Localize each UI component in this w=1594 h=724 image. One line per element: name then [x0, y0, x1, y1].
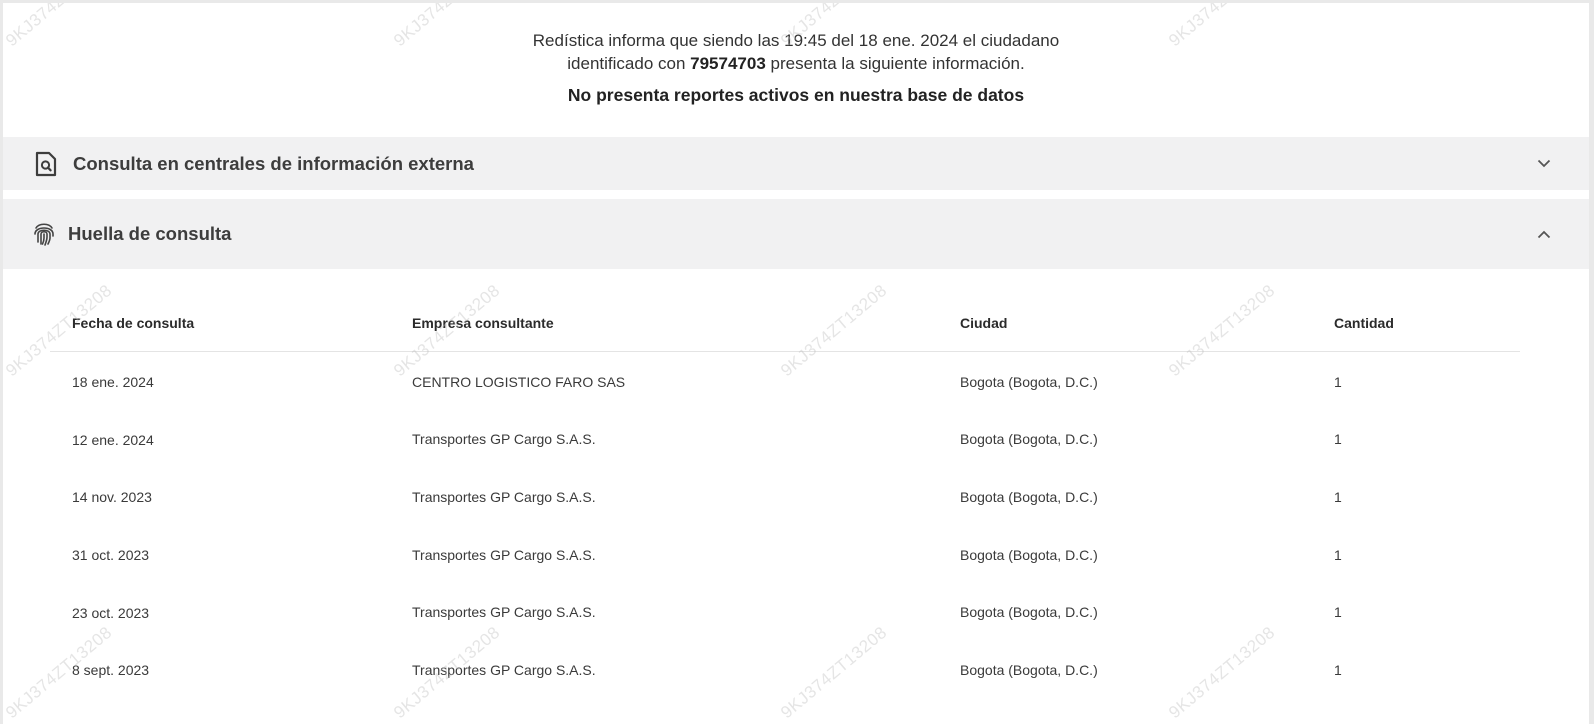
- no-reports-alert: No presenta reportes activos en nuestra …: [567, 85, 1025, 105]
- header-fecha[interactable]: Fecha de consulta: [50, 289, 390, 331]
- chevron-up-icon[interactable]: [1537, 230, 1551, 239]
- footprint-title: Huella de consulta: [68, 223, 232, 244]
- cell-company: Transportes GP Cargo S.A.S.: [412, 488, 596, 505]
- cell-date: 8 sept. 2023: [72, 662, 150, 679]
- intro-id-suffix: presenta la siguiente información.: [770, 54, 1025, 73]
- intro-id-prefix: identificado con: [567, 54, 686, 73]
- cell-date: 31 oct. 2023: [72, 547, 150, 564]
- cell-quantity: 1: [1334, 373, 1342, 390]
- table-row: 23 oct. 2023 Transportes GP Cargo S.A.S.…: [50, 583, 1520, 641]
- table-row: 31 oct. 2023 Transportes GP Cargo S.A.S.…: [50, 526, 1520, 584]
- document-search-icon: [35, 151, 57, 177]
- report-intro: Redística informa que siendo las 19:45 d…: [3, 29, 1589, 107]
- fingerprint-icon: [32, 221, 56, 247]
- cell-quantity: 1: [1334, 604, 1342, 621]
- cell-date: 12 ene. 2024: [72, 431, 154, 448]
- cell-company: Transportes GP Cargo S.A.S.: [412, 431, 596, 448]
- cell-city: Bogota (Bogota, D.C.): [960, 546, 1098, 563]
- header-ciudad[interactable]: Ciudad: [938, 289, 1312, 331]
- footprint-table: Fecha de consulta Empresa consultante Ci…: [50, 269, 1520, 699]
- citizen-id: 79574703: [690, 54, 766, 73]
- cell-date: 18 ene. 2024: [72, 374, 154, 391]
- chevron-down-icon[interactable]: [1537, 159, 1551, 168]
- external-sources-panel-header[interactable]: Consulta en centrales de información ext…: [3, 137, 1589, 190]
- footprint-panel-header[interactable]: Huella de consulta: [3, 199, 1589, 269]
- header-empresa[interactable]: Empresa consultante: [390, 289, 938, 331]
- cell-quantity: 1: [1334, 431, 1342, 448]
- cell-city: Bogota (Bogota, D.C.): [960, 661, 1098, 678]
- cell-company: CENTRO LOGISTICO FARO SAS: [412, 373, 626, 390]
- report-frame: Redística informa que siendo las 19:45 d…: [3, 3, 1589, 724]
- cell-company: Transportes GP Cargo S.A.S.: [412, 661, 596, 678]
- table-header-row: Fecha de consulta Empresa consultante Ci…: [50, 269, 1520, 352]
- table-row: 8 sept. 2023 Transportes GP Cargo S.A.S.…: [50, 641, 1520, 699]
- table-row: 18 ene. 2024 CENTRO LOGISTICO FARO SAS B…: [50, 353, 1520, 411]
- cell-company: Transportes GP Cargo S.A.S.: [412, 604, 596, 621]
- cell-date: 23 oct. 2023: [72, 604, 150, 621]
- cell-quantity: 1: [1334, 488, 1342, 505]
- external-sources-title: Consulta en centrales de información ext…: [73, 152, 474, 174]
- cell-city: Bogota (Bogota, D.C.): [960, 431, 1098, 448]
- cell-city: Bogota (Bogota, D.C.): [960, 604, 1098, 621]
- cell-date: 14 nov. 2023: [72, 489, 152, 506]
- cell-quantity: 1: [1334, 661, 1342, 678]
- table-row: 12 ene. 2024 Transportes GP Cargo S.A.S.…: [50, 411, 1520, 469]
- cell-city: Bogota (Bogota, D.C.): [960, 373, 1098, 390]
- intro-line-2: identificado con 79574703 presenta la si…: [3, 52, 1589, 75]
- table-body: 18 ene. 2024 CENTRO LOGISTICO FARO SAS B…: [50, 353, 1520, 699]
- cell-city: Bogota (Bogota, D.C.): [960, 488, 1098, 505]
- intro-line-1: Redística informa que siendo las 19:45 d…: [532, 31, 1060, 50]
- cell-quantity: 1: [1334, 546, 1342, 563]
- header-cantidad[interactable]: Cantidad: [1312, 289, 1520, 331]
- cell-company: Transportes GP Cargo S.A.S.: [412, 546, 596, 563]
- table-row: 14 nov. 2023 Transportes GP Cargo S.A.S.…: [50, 468, 1520, 526]
